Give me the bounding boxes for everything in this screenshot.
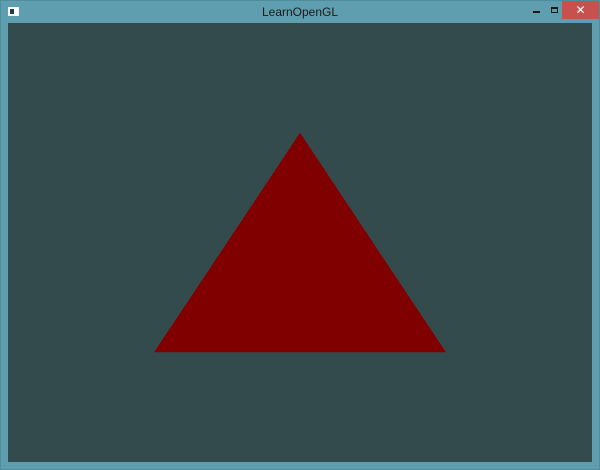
close-icon: ✕ bbox=[575, 3, 586, 17]
window-title: LearnOpenGL bbox=[261, 5, 339, 19]
gl-viewport[interactable] bbox=[8, 23, 592, 462]
maximize-icon bbox=[550, 7, 558, 13]
close-button[interactable]: ✕ bbox=[562, 1, 599, 19]
red-triangle bbox=[154, 132, 446, 353]
render-canvas bbox=[154, 132, 446, 353]
minimize-icon bbox=[532, 11, 540, 13]
minimize-button[interactable] bbox=[526, 1, 546, 19]
title-bar[interactable]: LearnOpenGL ✕ bbox=[1, 1, 599, 23]
app-window: LearnOpenGL ✕ bbox=[0, 0, 600, 470]
maximize-button[interactable] bbox=[545, 1, 563, 19]
